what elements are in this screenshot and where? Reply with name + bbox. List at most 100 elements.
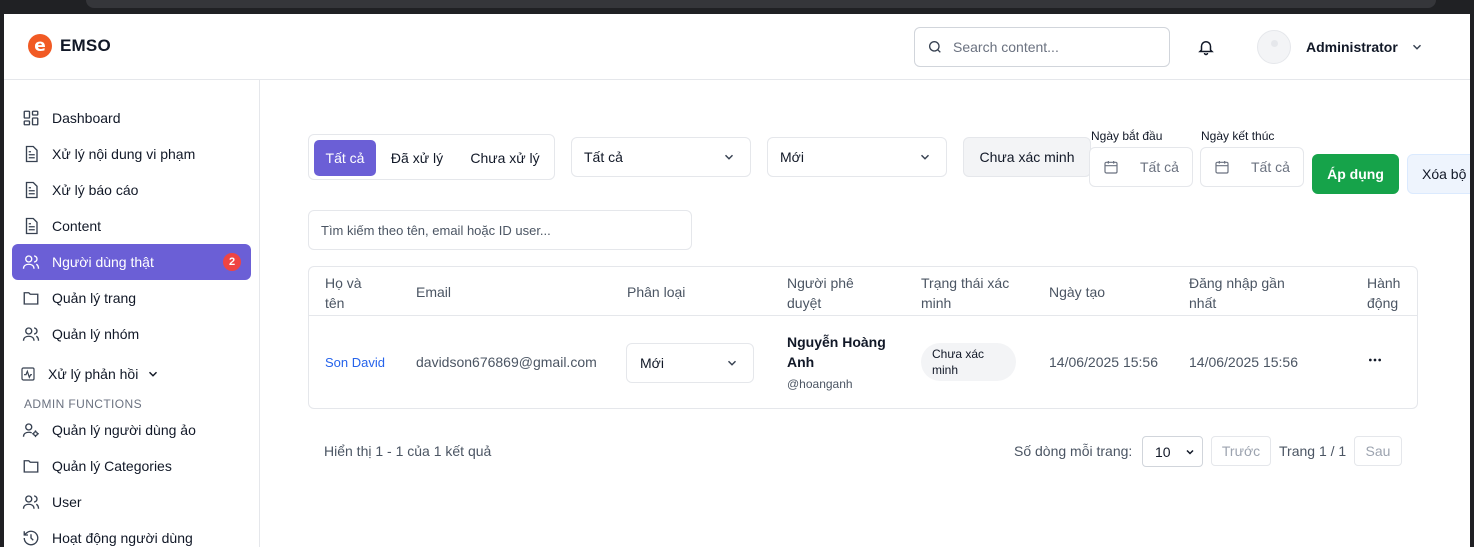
header-category: Phân loại bbox=[627, 284, 686, 300]
users-icon bbox=[22, 327, 40, 341]
tab-all[interactable]: Tất cả bbox=[314, 140, 376, 176]
section-title-admin: ADMIN FUNCTIONS bbox=[24, 397, 142, 411]
sidebar-item-user[interactable]: User bbox=[12, 484, 251, 520]
sidebar-item-feedback[interactable]: Xử lý phản hồi bbox=[12, 356, 251, 392]
sidebar-item-label: Xử lý báo cáo bbox=[52, 182, 139, 198]
logo[interactable]: e EMSO bbox=[28, 34, 111, 58]
activity-icon bbox=[21, 367, 35, 381]
address-bar[interactable] bbox=[86, 0, 1436, 8]
rows-per-page-select[interactable]: 10 bbox=[1142, 436, 1203, 467]
sidebar-item-dashboard[interactable]: Dashboard bbox=[12, 100, 251, 136]
end-date-value: Tất cả bbox=[1251, 159, 1290, 175]
chevron-down-icon bbox=[920, 154, 930, 160]
sidebar-item-content[interactable]: Content bbox=[12, 208, 251, 244]
category-select-value: Mới bbox=[780, 149, 804, 165]
end-date-field[interactable]: Tất cả bbox=[1200, 147, 1304, 187]
tab-processed[interactable]: Đã xử lý bbox=[382, 140, 452, 176]
sidebar-item-reports[interactable]: Xử lý báo cáo bbox=[12, 172, 251, 208]
users-icon bbox=[22, 495, 40, 509]
top-header: e EMSO Administrator bbox=[4, 14, 1470, 80]
page-indicator: Trang 1 / 1 bbox=[1279, 443, 1347, 459]
search-box[interactable] bbox=[914, 27, 1170, 67]
chevron-down-icon bbox=[1186, 449, 1194, 455]
table-header: Họ và tên Email Phân loại Người phê duyệt … bbox=[309, 267, 1417, 316]
sidebar-item-virtual-users[interactable]: Quản lý người dùng ảo bbox=[12, 412, 251, 448]
user-search-input[interactable] bbox=[309, 211, 691, 249]
sidebar-item-label: User bbox=[52, 494, 82, 510]
unverified-filter-button[interactable]: Chưa xác minh bbox=[963, 137, 1091, 177]
sidebar-item-categories[interactable]: Quản lý Categories bbox=[12, 448, 251, 484]
rows-per-page-label: Số dòng mỗi trang: bbox=[1014, 443, 1133, 459]
approver-handle: @hoanganh bbox=[787, 377, 853, 391]
tab-unprocessed[interactable]: Chưa xử lý bbox=[460, 140, 550, 176]
user-search-field[interactable] bbox=[308, 210, 692, 250]
folder-icon bbox=[23, 460, 39, 473]
row-category-value: Mới bbox=[640, 355, 664, 371]
document-icon bbox=[25, 145, 38, 163]
users-icon bbox=[22, 255, 40, 269]
created-date: 14/06/2025 15:56 bbox=[1049, 354, 1158, 370]
header-action: Hành động bbox=[1367, 275, 1401, 311]
users-table: Họ và tên Email Phân loại Người phê duyệt … bbox=[308, 266, 1418, 409]
calendar-icon bbox=[1104, 161, 1118, 174]
status-tabs: Tất cả Đã xử lý Chưa xử lý bbox=[308, 134, 555, 180]
sidebar-item-label: Xử lý phản hồi bbox=[48, 366, 139, 382]
next-page-button[interactable]: Sau bbox=[1354, 436, 1402, 466]
avatar[interactable] bbox=[1257, 30, 1291, 64]
approver-name: Nguyễn Hoàng Anh bbox=[787, 334, 886, 370]
category-select[interactable]: Mới bbox=[767, 137, 947, 177]
sidebar-item-label: Dashboard bbox=[52, 110, 121, 126]
app-window: e EMSO Administrator Dashboard Xử lý nội… bbox=[4, 14, 1470, 547]
document-icon bbox=[25, 181, 38, 199]
row-category-select[interactable]: Mới bbox=[626, 343, 754, 383]
emso-logo-icon: e bbox=[28, 34, 52, 58]
rows-per-page-value: 10 bbox=[1155, 443, 1171, 460]
folder-icon bbox=[23, 292, 39, 305]
header-created: Ngày tạo bbox=[1049, 284, 1106, 300]
sidebar-item-label: Quản lý Categories bbox=[52, 458, 172, 474]
search-icon bbox=[929, 41, 941, 53]
prev-page-button[interactable]: Trước bbox=[1211, 436, 1271, 466]
sidebar-item-pages[interactable]: Quản lý trang bbox=[12, 280, 251, 316]
header-status: Trạng thái xác minh bbox=[921, 275, 1010, 311]
count-badge: 2 bbox=[223, 253, 241, 271]
sidebar-item-label: Xử lý nội dung vi phạm bbox=[52, 146, 196, 162]
user-name-link[interactable]: Son David bbox=[325, 355, 385, 370]
sidebar-item-user-activity[interactable]: Hoạt động người dùng bbox=[12, 520, 251, 547]
start-date-value: Tất cả bbox=[1140, 159, 1179, 175]
table-row: Son David davidson676869@gmail.com Mới N… bbox=[309, 316, 1417, 409]
clear-filter-button[interactable]: Xóa bộ lọc bbox=[1407, 154, 1470, 194]
sidebar-item-real-users[interactable]: Người dùng thật 2 bbox=[12, 244, 251, 280]
sidebar-item-label: Content bbox=[52, 218, 102, 234]
start-date-label: Ngày bắt đầu bbox=[1091, 129, 1163, 143]
header-email: Email bbox=[416, 284, 452, 300]
main-content: Tất cả Đã xử lý Chưa xử lý Tất cả Mới Ch… bbox=[260, 80, 1470, 547]
pagination-info: Hiển thị 1 - 1 của 1 kết quả bbox=[324, 443, 492, 459]
status-badge: Chưa xác minh bbox=[921, 343, 1016, 381]
dashboard-icon bbox=[23, 110, 39, 126]
header-name: Họ và tên bbox=[325, 275, 362, 311]
start-date-field[interactable]: Tất cả bbox=[1089, 147, 1193, 187]
sidebar-item-groups[interactable]: Quản lý nhóm bbox=[12, 316, 251, 352]
user-name[interactable]: Administrator bbox=[1306, 39, 1398, 55]
chevron-down-icon[interactable] bbox=[1410, 40, 1424, 54]
chevron-down-icon bbox=[724, 154, 734, 160]
apply-button[interactable]: Áp dụng bbox=[1312, 154, 1399, 194]
sidebar: Dashboard Xử lý nội dung vi phạm Xử lý b… bbox=[4, 80, 260, 547]
search-input[interactable] bbox=[953, 39, 1153, 55]
document-icon bbox=[25, 217, 38, 235]
type-select[interactable]: Tất cả bbox=[571, 137, 751, 177]
type-select-value: Tất cả bbox=[584, 149, 623, 165]
brand-name: EMSO bbox=[60, 36, 111, 55]
sidebar-item-label: Người dùng thật bbox=[52, 254, 154, 270]
history-icon bbox=[23, 530, 39, 546]
notification-bell-icon[interactable] bbox=[1197, 38, 1215, 56]
more-actions-icon[interactable] bbox=[1367, 352, 1383, 368]
last-login-date: 14/06/2025 15:56 bbox=[1189, 354, 1298, 370]
sidebar-item-label: Quản lý nhóm bbox=[52, 326, 140, 342]
header-approver: Người phê duyệt bbox=[787, 275, 854, 311]
sidebar-item-violations[interactable]: Xử lý nội dung vi phạm bbox=[12, 136, 251, 172]
browser-chrome bbox=[0, 0, 1474, 14]
user-cog-icon bbox=[22, 423, 39, 438]
header-last-login: Đăng nhập gần nhất bbox=[1189, 275, 1285, 311]
